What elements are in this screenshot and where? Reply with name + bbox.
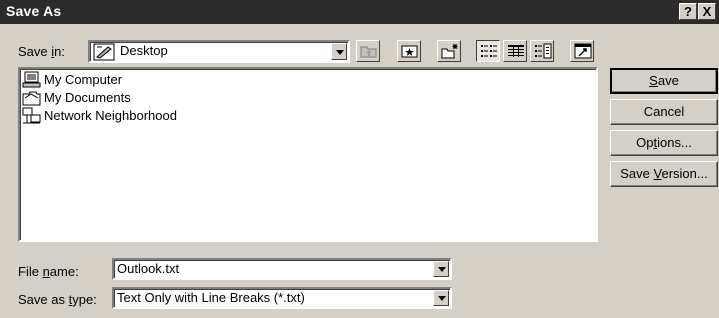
file-name-text: My Computer	[44, 72, 123, 87]
details-view-icon	[508, 45, 524, 57]
save-in-label-text: Save	[18, 44, 52, 59]
save-type-combo[interactable]: Text Only with Line Breaks (*.txt)	[112, 287, 452, 309]
save-type-value: Text Only with Line Breaks (*.txt)	[117, 290, 305, 305]
computer-icon	[22, 71, 41, 88]
commands-button[interactable]	[570, 40, 594, 62]
file-name-label-text: File	[18, 264, 43, 279]
file-name-text: Network Neighborhood	[44, 108, 177, 123]
save-type-dropdown-button[interactable]	[433, 290, 449, 306]
save-in-label: Save in:	[18, 44, 65, 59]
save-in-combo[interactable]: Desktop	[88, 40, 350, 63]
file-name-text: My Documents	[44, 90, 131, 105]
help-button[interactable]: ?	[679, 3, 697, 20]
chevron-down-icon	[438, 267, 446, 272]
folder-icon	[22, 91, 41, 106]
save-type-label-text: Save as	[18, 292, 69, 307]
desktop-icon	[93, 43, 115, 61]
title-bar: Save As ? X	[0, 0, 719, 24]
save-button[interactable]: Save	[610, 68, 718, 94]
commands-icon	[574, 43, 592, 59]
close-button[interactable]: X	[698, 3, 716, 20]
up-one-level-button[interactable]	[356, 40, 380, 62]
save-as-dialog: Save As ? X Save in: Desktop My Computer…	[0, 0, 719, 318]
network-icon	[22, 107, 41, 124]
file-name-label: File name:	[18, 264, 79, 279]
dialog-title: Save As	[6, 3, 62, 19]
file-list[interactable]: My Computer My Documents Network Neighbo…	[18, 67, 598, 242]
file-name-combo[interactable]: Outlook.txt	[112, 258, 452, 280]
save-in-dropdown-button[interactable]	[331, 43, 347, 60]
save-version-button[interactable]: Save Version...	[610, 161, 718, 187]
chevron-down-icon	[336, 50, 344, 55]
save-version-label-start: Save	[620, 166, 654, 181]
up-folder-icon	[360, 46, 377, 58]
save-type-label: Save as type:	[18, 292, 97, 307]
save-in-label-text-end: n:	[54, 44, 65, 59]
save-version-label-end: ersion...	[661, 166, 708, 181]
file-name-dropdown-button[interactable]	[433, 261, 449, 277]
properties-view-icon	[535, 43, 552, 59]
cancel-button[interactable]: Cancel	[610, 99, 718, 125]
create-new-folder-button[interactable]	[437, 40, 461, 62]
list-view-button[interactable]	[476, 40, 500, 62]
save-type-label-text-end: ype:	[72, 292, 97, 307]
chevron-down-icon	[438, 296, 446, 301]
file-name-label-accesskey: n	[42, 264, 50, 279]
options-label-start: Op	[636, 135, 654, 150]
save-button-accesskey: S	[649, 73, 658, 88]
favorites-folder-icon	[401, 45, 418, 58]
file-name-label-text-end: ame:	[49, 264, 79, 279]
properties-view-button[interactable]	[530, 40, 554, 62]
options-button[interactable]: Options...	[610, 130, 718, 156]
options-label-end: ions...	[657, 135, 692, 150]
file-name-input[interactable]: Outlook.txt	[117, 261, 179, 276]
save-in-value: Desktop	[120, 43, 168, 58]
new-folder-icon	[441, 44, 458, 59]
list-view-icon	[481, 45, 497, 57]
details-view-button[interactable]	[503, 40, 527, 62]
save-button-label: ave	[657, 73, 679, 88]
look-in-favorites-button[interactable]	[397, 40, 421, 62]
